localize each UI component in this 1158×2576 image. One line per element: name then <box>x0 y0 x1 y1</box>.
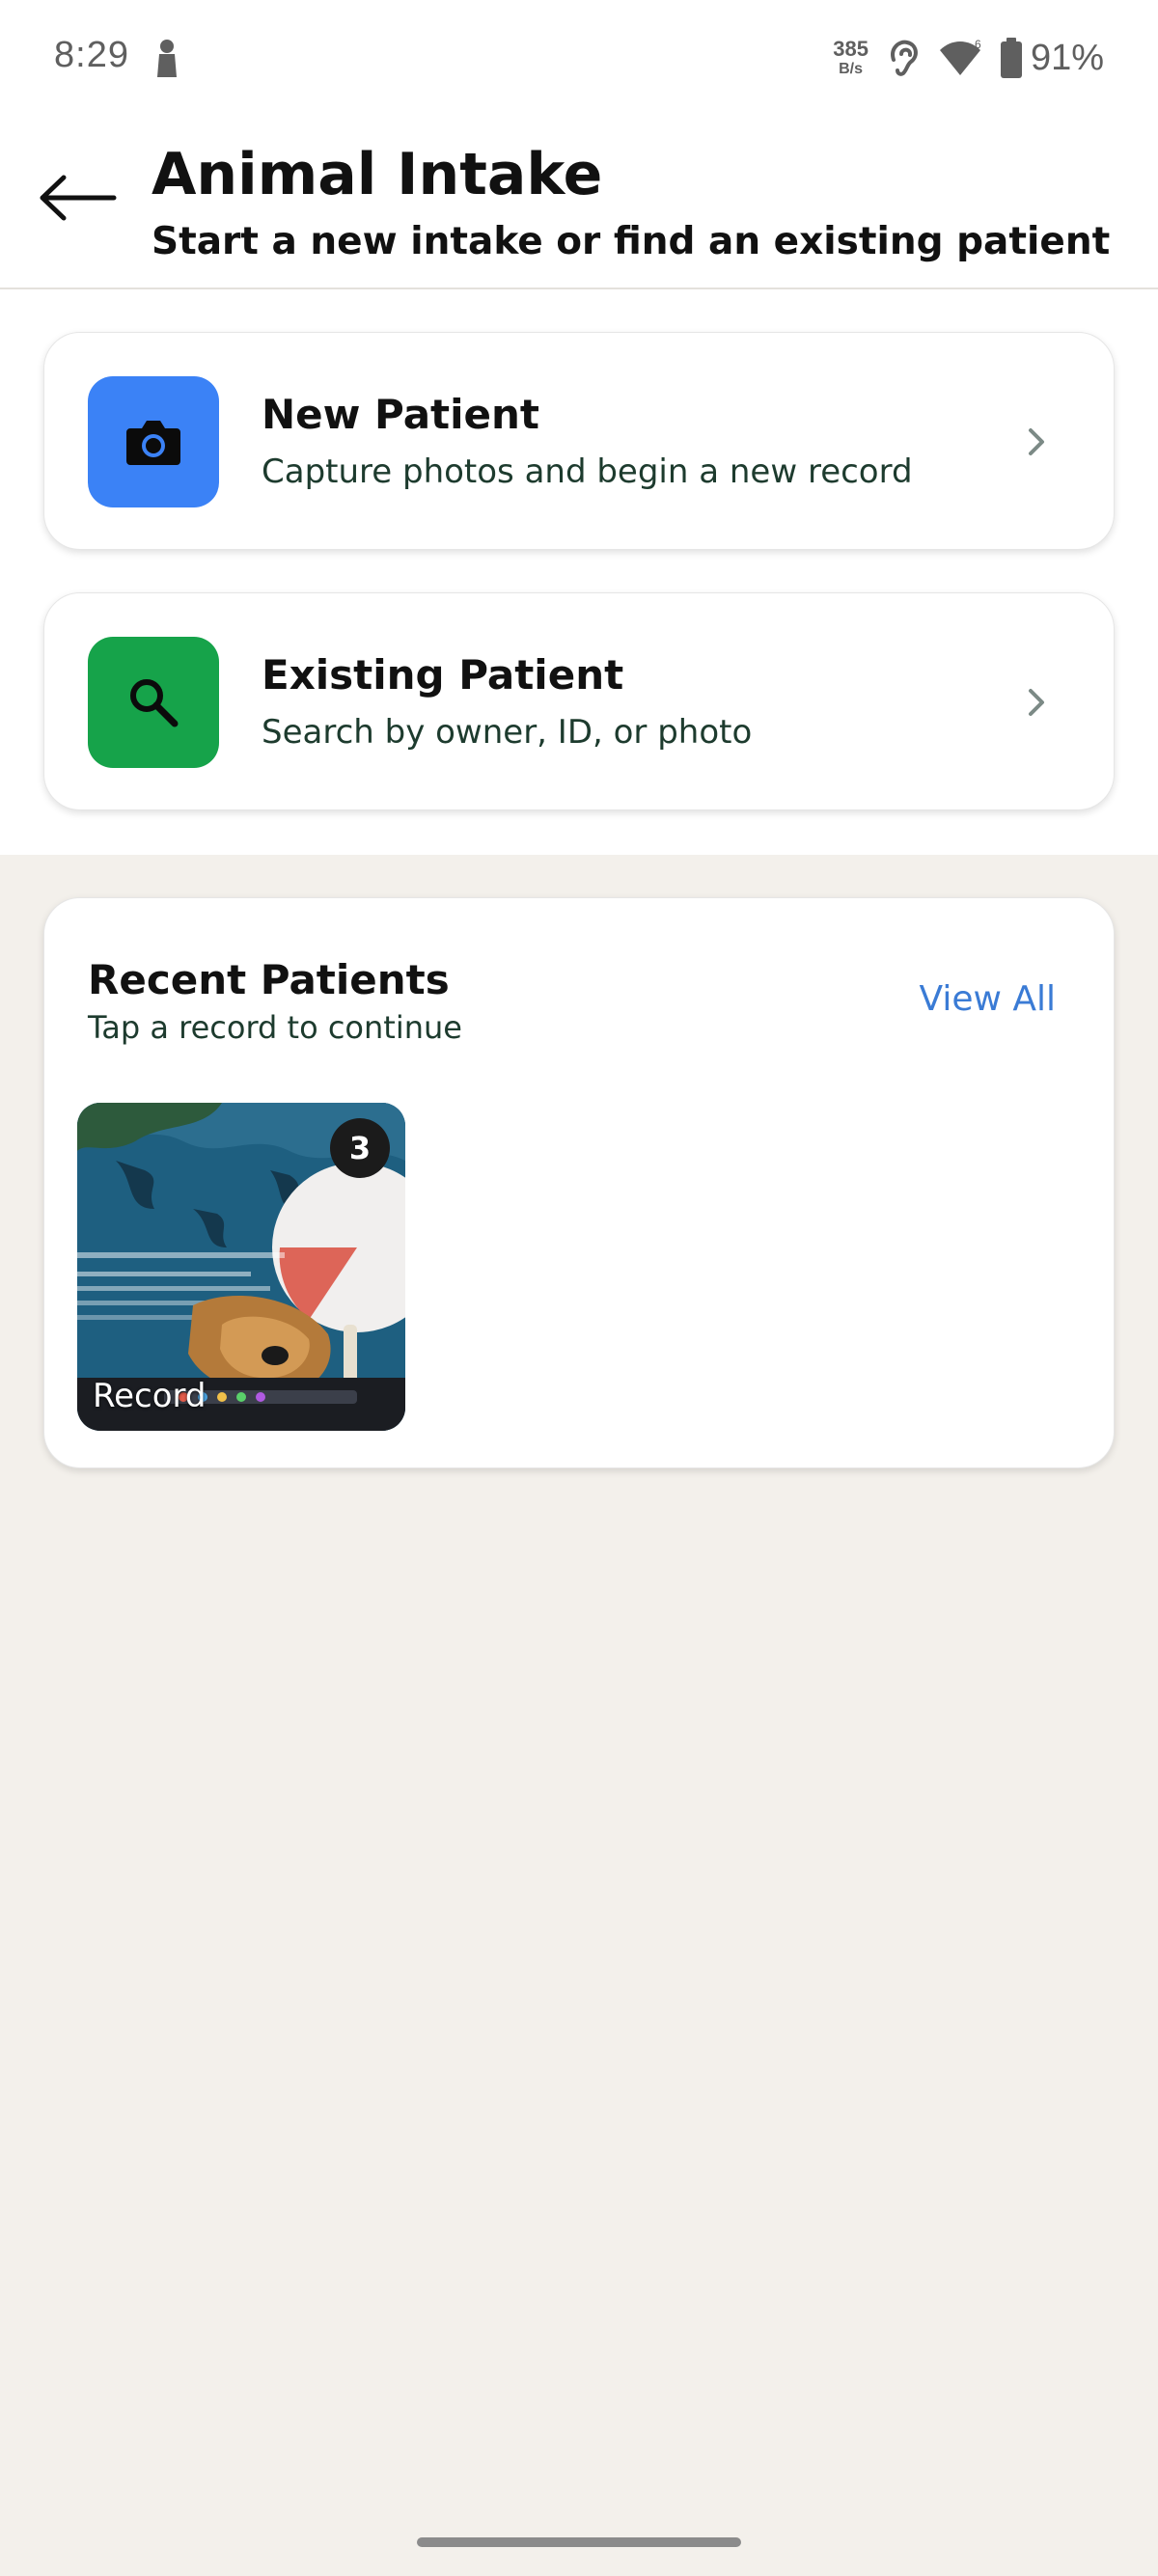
status-icons: 385 B/s 6 91% <box>833 35 1104 81</box>
existing-patient-card[interactable]: Existing Patient Search by owner, ID, or… <box>43 592 1115 810</box>
page-subtitle: Start a new intake or find an existing p… <box>152 220 1111 263</box>
new-patient-title: New Patient <box>262 391 539 438</box>
net-speed-value: 385 <box>833 37 868 61</box>
chevron-right-icon <box>1029 428 1044 455</box>
recent-patients-title: Recent Patients <box>88 956 450 1003</box>
home-indicator[interactable] <box>417 2537 741 2547</box>
search-icon <box>130 679 179 727</box>
existing-patient-description: Search by owner, ID, or photo <box>262 713 753 752</box>
app-header: Animal Intake Start a new intake or find… <box>0 116 1158 289</box>
camera-icon <box>126 421 180 465</box>
status-time: 8:29 <box>54 35 129 75</box>
net-speed-unit: B/s <box>839 61 864 77</box>
svg-text:6: 6 <box>975 39 981 51</box>
battery-icon <box>1000 38 1022 78</box>
battery-percentage: 91% <box>1030 37 1104 78</box>
page-title: Animal Intake <box>152 141 603 208</box>
hearing-icon <box>891 40 918 76</box>
view-all-link[interactable]: View All <box>919 979 1056 1019</box>
back-button[interactable] <box>29 154 125 241</box>
recent-patients-card: Recent Patients Tap a record to continue… <box>43 897 1115 1468</box>
recent-record-tile[interactable]: 3 Record <box>77 1103 405 1431</box>
new-patient-card[interactable]: New Patient Capture photos and begin a n… <box>43 332 1115 550</box>
recent-patients-subtitle: Tap a record to continue <box>88 1009 462 1046</box>
record-label: Record <box>93 1377 207 1415</box>
existing-patient-title: Existing Patient <box>262 651 624 699</box>
new-patient-description: Capture photos and begin a new record <box>262 452 913 491</box>
new-patient-icon-tile <box>88 376 219 507</box>
arrow-left-icon <box>40 175 117 221</box>
net-speed: 385 B/s <box>833 39 868 77</box>
photo-count-badge: 3 <box>330 1118 390 1178</box>
chevron-right-icon <box>1029 689 1044 716</box>
existing-patient-icon-tile <box>88 637 219 768</box>
status-bar: 8:29 385 B/s 6 91% <box>0 0 1158 116</box>
wifi-icon: 6 <box>939 39 981 75</box>
person-icon <box>157 40 177 77</box>
